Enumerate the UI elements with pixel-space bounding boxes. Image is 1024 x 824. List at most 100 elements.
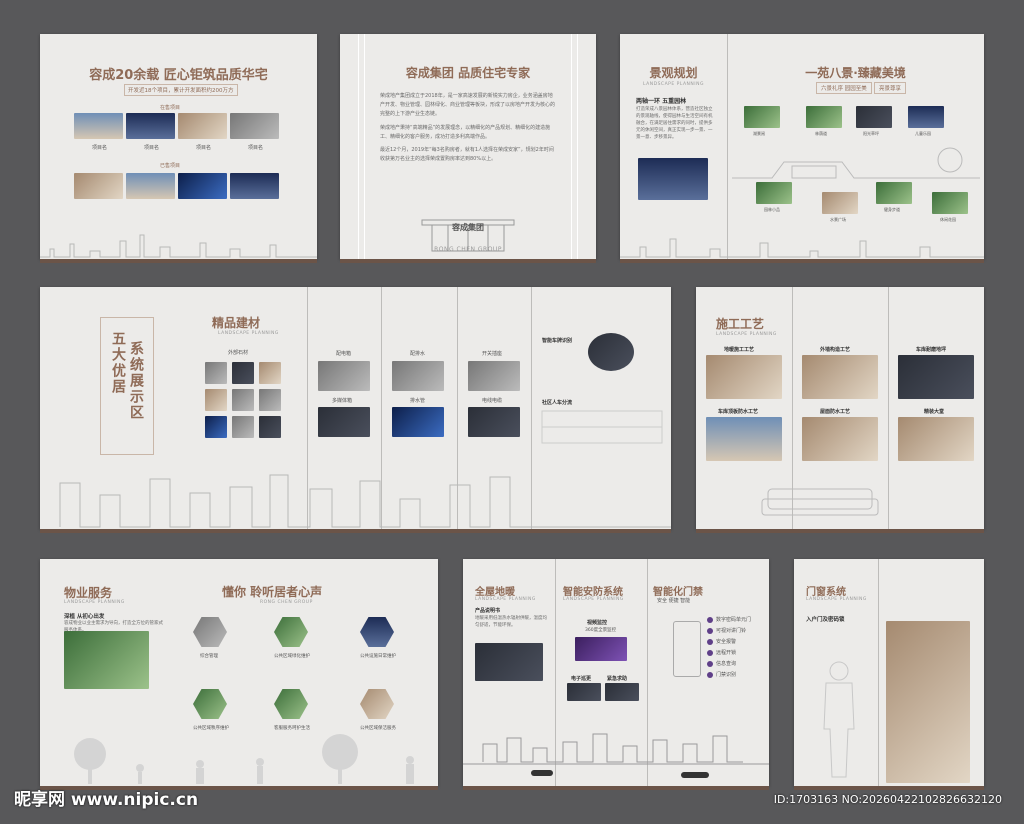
material-photo [232,416,254,438]
city-skyline-icon [463,733,769,778]
landscape-caption: 湖景阅 [753,131,765,136]
parking-photo [588,333,634,371]
process-photo [802,355,878,399]
panel-group-intro: 容成集团 品质住宅专家 荣成地产集团成立于2018年，是一家高速发展的新锐实力房… [340,34,596,263]
panel6-title: 施工工艺 [716,317,765,331]
gate-en: RONG CHEN GROUP [434,246,502,253]
step-dot-icon [707,660,713,667]
intro-heading: 产品说明书 [475,608,501,614]
video-label: 视频监控 [587,620,608,626]
panel3-paragraph: 打造荣成八景园林体系，营造社区独立的景观轴线，使得园林与生活空间有机融合，在满足… [636,107,713,140]
landscape-photo [876,182,912,204]
panel-base [40,529,671,533]
city-skyline-icon [40,234,317,258]
landscape-caption: 阳光草坪 [863,131,879,136]
material-photo [318,407,370,437]
project-photo [74,173,123,199]
material-photo [259,416,281,438]
panel7-heading: 深植 从初心出发 [64,614,105,620]
project-caption: 项目名 [144,145,160,151]
panel8-sub: LANDSCAPE PLANNING [563,597,624,602]
landscape-photo [932,192,968,214]
panel-base [40,259,317,263]
door-access-title: 智能化门禁 [653,587,703,598]
material-photo [205,389,227,411]
material-label: 多媒体箱 [332,398,353,404]
stone-label: 外部石材 [228,350,249,356]
alarm-photo [605,683,639,701]
landscape-plan-icon [732,147,980,179]
process-label: 车库耐磨地坪 [916,347,947,353]
alarm-label: 紧急求助 [607,676,628,682]
system-label: 社区人车分流 [542,400,573,406]
landscape-photo [806,106,842,128]
material-label: 配排水 [410,351,426,357]
security-title: 智能安防系统 [563,587,623,598]
intro-paragraph: 最近12个月，2019年“每3名购房者，就有1人选择在荣成安家”，规划2年时间收… [380,147,554,162]
landscape-caption: 林荫道 [815,131,827,136]
panel7-title: 物业服务 [64,586,113,600]
panel6-sub: LANDSCAPE PLANNING [716,332,777,337]
interior-photo [886,621,970,783]
panel-five-systems: 五大优居 系统展示区 精品建材 LANDSCAPE PLANNING 外部石材 … [40,287,671,533]
process-photo [898,355,974,399]
fold-line [878,559,879,786]
panel5-title: 精品建材 [212,316,261,330]
material-photo [392,361,444,391]
patrol-label: 电子巡更 [571,676,592,682]
material-label: 配电箱 [336,351,352,357]
landscape-caption: 健身步道 [884,207,900,212]
panel1-tag-on-sale: 在售项目 [160,105,181,111]
panel9-sub: LANDSCAPE PLANNING [806,597,867,602]
material-photo [318,361,370,391]
step-dot-icon [707,627,713,634]
vertical-title-a: 五大优居 [110,331,126,395]
panel2-title: 容成集团 品质住宅专家 [405,66,531,80]
panel7-sub: LANDSCAPE PLANNING [64,600,125,605]
door-step: 可视对讲门铃 [707,626,751,637]
panel-base [794,786,984,790]
landscape-photo [756,182,792,204]
project-photo [178,113,227,139]
process-label: 屋面防水工艺 [820,409,851,415]
lock-screen-photo [575,637,627,661]
landscape-caption: 园林小品 [764,207,780,212]
landscape-caption: 儿童乐园 [915,131,931,136]
project-photo [126,173,175,199]
service-label: 公共设施日常维护 [360,654,396,659]
panel-landscape: 景观规划 LANDSCAPE PLANNING 两轴一环 五重园林 打造荣成八景… [620,34,984,263]
process-label: 车库顶板防水工艺 [718,409,759,415]
project-photo [126,113,175,139]
intro-paragraph: 荣成地产集团成立于2018年，是一家高速发展的新锐实力房企，业务涵盖房地产开发、… [380,93,556,117]
landscape-caption: 水景广场 [830,217,846,222]
process-label: 精装大堂 [924,409,945,415]
panel1-title: 容成20余载 匠心钜筑品质华宅 [89,68,268,83]
material-photo [468,361,520,391]
project-caption: 项目名 [92,145,108,151]
step-dot-icon [707,638,713,645]
project-photo [230,173,279,199]
material-label: 排水管 [410,398,426,404]
project-caption: 项目名 [196,145,212,151]
service-hex-photo [360,689,394,719]
panel-company-history: 容成20余载 匠心钜筑品质华宅 开发近18个项目，累计开发面积约200万方 在售… [40,34,317,263]
door-step: 信息查询 [707,659,751,670]
fold-line [888,287,889,529]
panel-construction: 施工工艺 LANDSCAPE PLANNING 地暖施工工艺 外墙构造工艺 车库… [696,287,984,533]
intro-paragraph: 地暖采用低温热水辐射供暖，温度均匀舒适，节能环保。 [475,616,547,628]
panel3-sub: LANDSCAPE PLANNING [643,82,704,87]
door-step: 门禁识别 [707,670,751,681]
landscape-caption: 休闲花园 [940,217,956,222]
material-label: 开关插座 [482,351,503,357]
panel5-sub: LANDSCAPE PLANNING [218,331,279,336]
separation-diagram-icon [541,410,663,444]
floor-heating-title: 全屋地暖 [475,587,515,598]
service-hex-photo [193,689,227,719]
step-dot-icon [707,671,713,678]
watermark-logo: 昵享网 www.nipic.cn [14,790,199,810]
service-label: 综合管理 [200,654,218,659]
process-label: 地暖施工工艺 [724,347,755,353]
patrol-photo [567,683,601,701]
panel-base [696,529,984,533]
panel8-sub: LANDSCAPE PLANNING [475,597,536,602]
